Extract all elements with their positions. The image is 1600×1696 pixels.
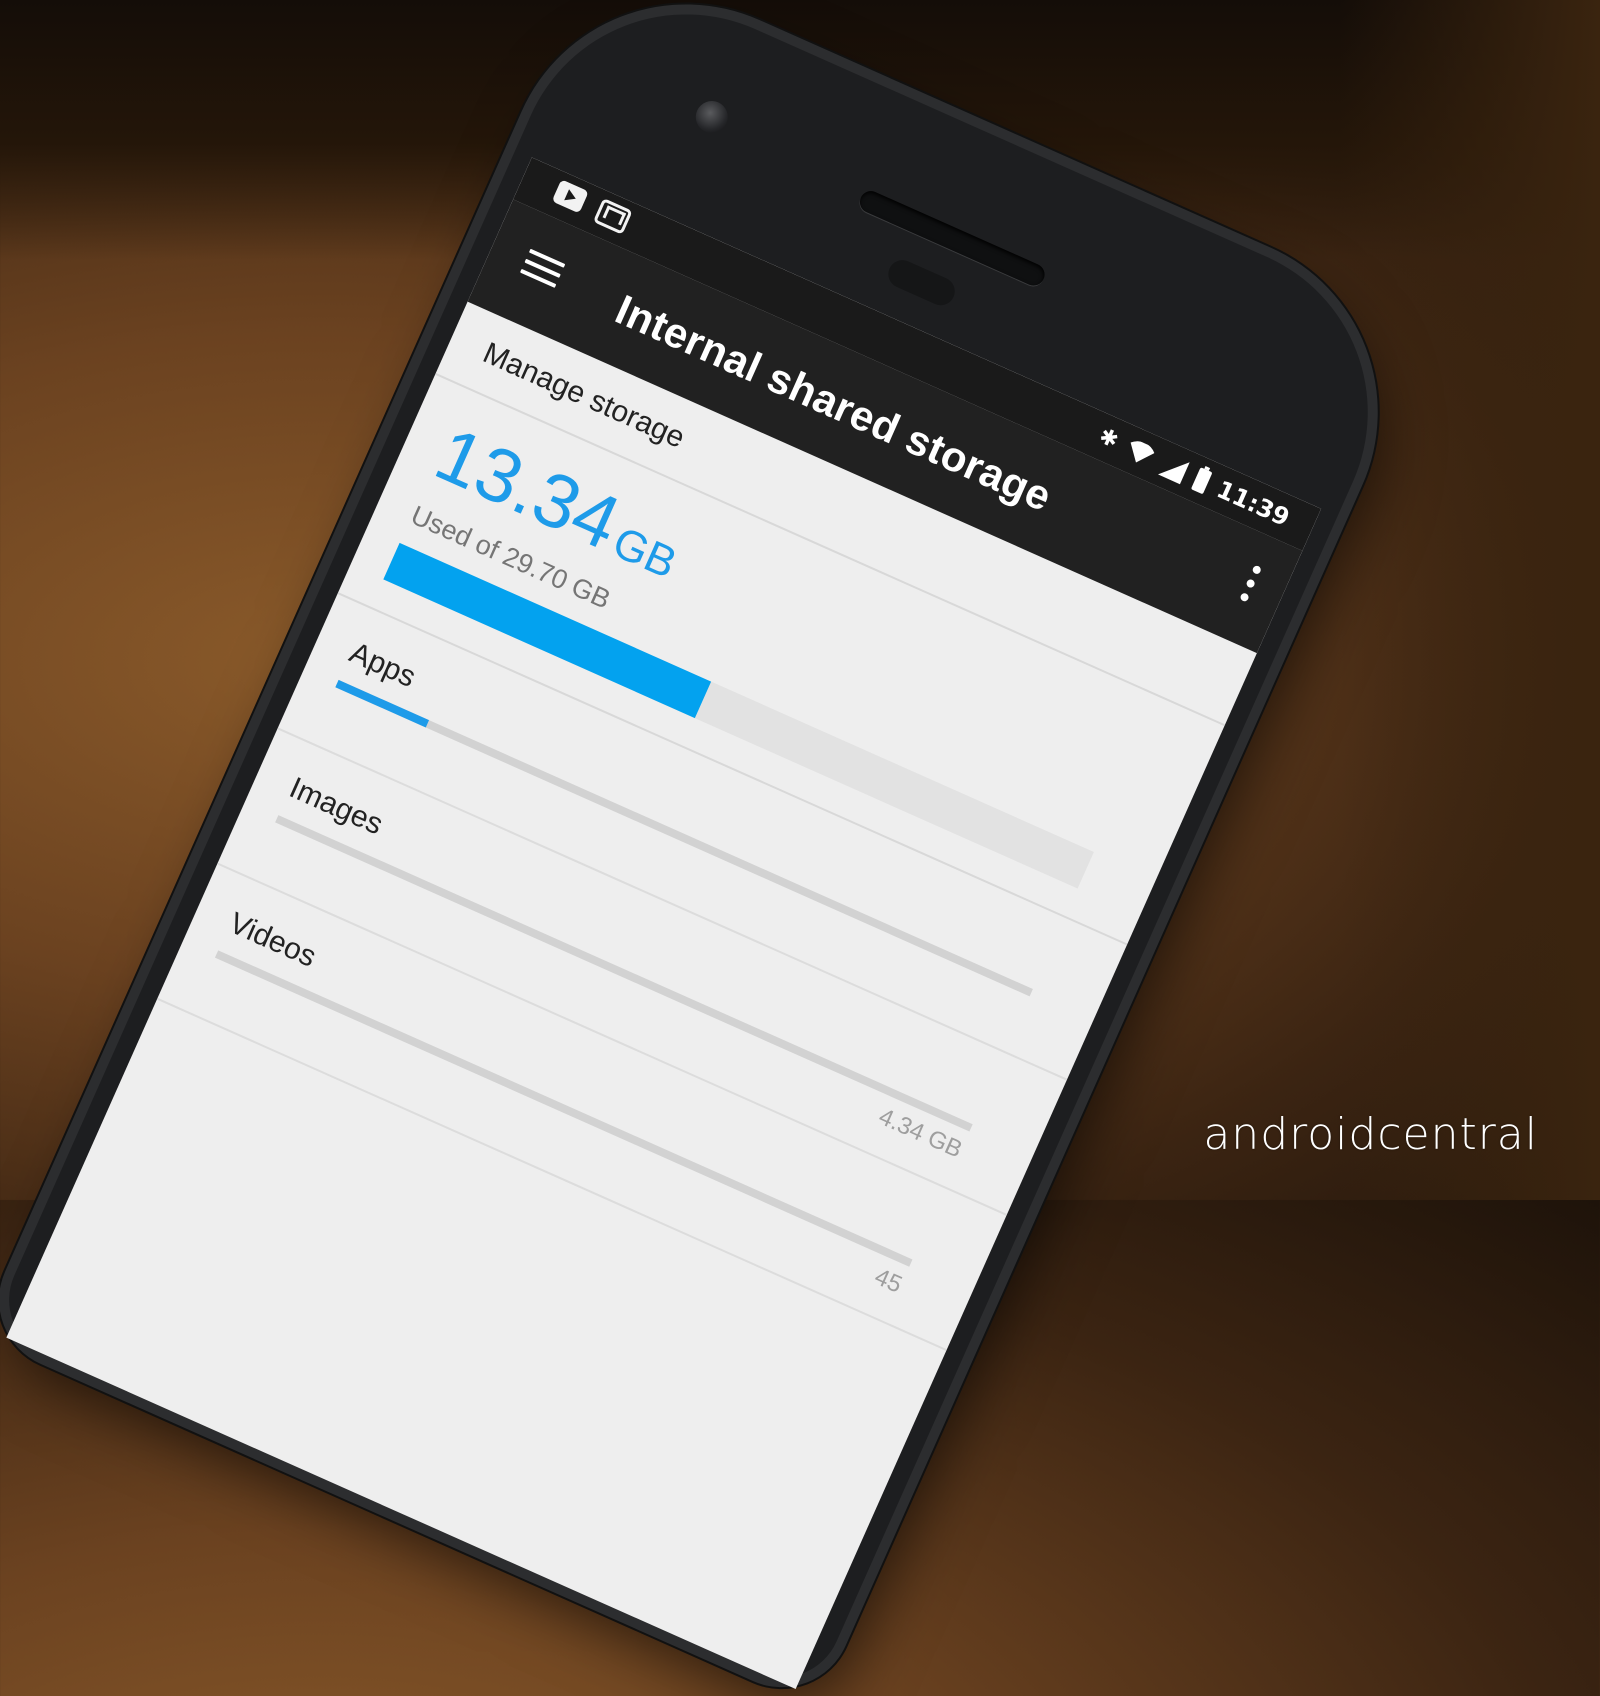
earpiece-speaker [856,187,1049,290]
used-unit: GB [605,517,684,589]
category-bar-fill [275,815,279,823]
signal-icon [1157,452,1190,485]
hamburger-menu-icon[interactable] [518,248,566,292]
battery-icon [1190,466,1213,495]
category-bar-fill [214,950,219,958]
background-shadow-right [1340,0,1600,1200]
gmail-icon [592,197,633,235]
front-camera [690,95,733,139]
youtube-icon [551,179,589,214]
wifi-icon [1130,441,1154,463]
screen: ✱ 11:39 Internal shared storage Manage s… [6,157,1322,1690]
proximity-sensor [883,255,960,310]
bluetooth-icon: ✱ [1095,423,1123,454]
more-vert-icon[interactable] [1237,564,1264,609]
watermark-logo: androidcentral [1203,1109,1538,1160]
